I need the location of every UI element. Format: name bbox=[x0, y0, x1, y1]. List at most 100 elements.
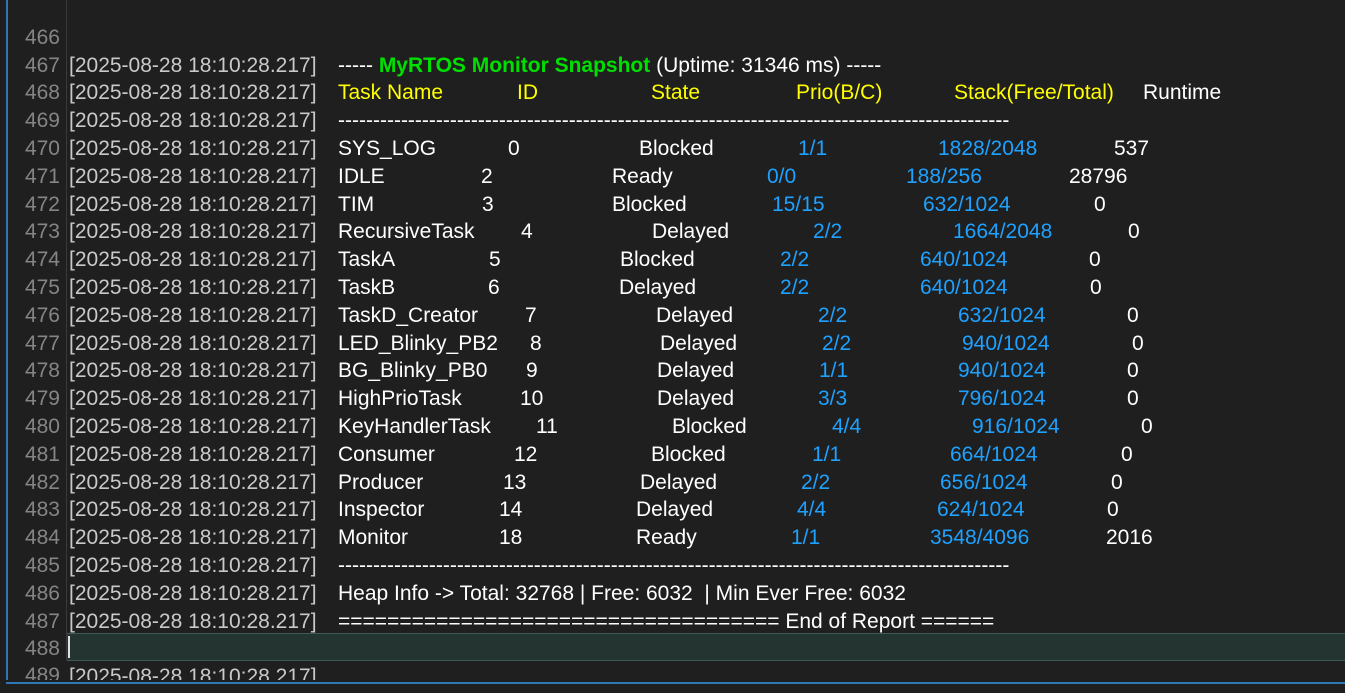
task-state: Ready bbox=[612, 164, 673, 188]
task-prio: 4/4 bbox=[832, 415, 862, 438]
task-state: Blocked bbox=[639, 137, 714, 160]
end-of-report: ==================================== End… bbox=[338, 609, 995, 633]
task-id: 3 bbox=[482, 192, 494, 216]
task-state: Blocked bbox=[620, 248, 695, 272]
table-row: 481 [2025-08-28 18:10:28.217] KeyHandler… bbox=[0, 413, 1345, 494]
task-name: KeyHandlerTask bbox=[338, 415, 491, 438]
task-state: Delayed bbox=[652, 220, 730, 244]
table-row: 482 [2025-08-28 18:10:28.217] Consumer 1… bbox=[0, 441, 1345, 522]
log-line-466: 466 [2025-08-28 18:10:28.217] bbox=[0, 0, 1345, 77]
task-name: LED_Blinky_PB2 bbox=[338, 331, 498, 355]
task-stack: 1664/2048 bbox=[953, 220, 1053, 244]
separator-line: ----------------------------------------… bbox=[338, 109, 1010, 133]
header-prio: Prio(B/C) bbox=[796, 81, 883, 105]
task-name: BG_Blinky_PB0 bbox=[338, 359, 488, 383]
log-line-488: 488 [2025-08-28 18:10:28.217] ==========… bbox=[0, 608, 1345, 689]
task-state: Delayed bbox=[656, 303, 734, 327]
header-task-name: Task Name bbox=[338, 81, 444, 105]
task-name: SYS_LOG bbox=[338, 137, 437, 160]
task-prio: 1/1 bbox=[812, 442, 842, 466]
task-prio: 1/1 bbox=[791, 526, 821, 550]
task-name: TaskB bbox=[338, 276, 396, 299]
task-stack: 640/1024 bbox=[920, 276, 1008, 299]
task-stack: 940/1024 bbox=[958, 359, 1046, 383]
task-stack: 3548/4096 bbox=[930, 526, 1030, 550]
task-name: TIM bbox=[338, 192, 375, 216]
task-name: TaskD_Creator bbox=[338, 303, 479, 327]
task-prio: 4/4 bbox=[797, 498, 827, 522]
table-row: 477 [2025-08-28 18:10:28.217] TaskD_Crea… bbox=[0, 302, 1345, 383]
task-runtime: 0 bbox=[1127, 303, 1139, 327]
task-prio: 2/2 bbox=[813, 220, 843, 244]
log-line-470: 470 [2025-08-28 18:10:28.217] ----------… bbox=[0, 107, 1345, 188]
task-id: 11 bbox=[536, 415, 558, 438]
log-line-467: 467 [2025-08-28 18:10:28.217] bbox=[0, 24, 1345, 105]
task-state: Ready bbox=[636, 526, 697, 550]
task-prio: 1/1 bbox=[819, 359, 849, 383]
task-prio: 0/0 bbox=[767, 164, 797, 188]
task-prio: 2/2 bbox=[801, 470, 831, 494]
task-state: Blocked bbox=[651, 442, 726, 466]
task-state: Delayed bbox=[636, 498, 714, 522]
task-state: Delayed bbox=[640, 470, 718, 494]
task-name: IDLE bbox=[338, 164, 385, 188]
task-state: Blocked bbox=[672, 415, 747, 438]
task-name: Inspector bbox=[338, 498, 425, 522]
task-runtime: 2016 bbox=[1106, 526, 1153, 550]
title-prefix: ----- bbox=[338, 53, 379, 77]
task-runtime: 0 bbox=[1107, 498, 1119, 522]
task-prio: 3/3 bbox=[818, 387, 848, 411]
task-name: RecursiveTask bbox=[338, 220, 475, 244]
log-line-469: 469 [2025-08-28 18:10:28.217] Task Name … bbox=[0, 79, 1345, 160]
task-runtime: 537 bbox=[1114, 137, 1150, 160]
task-runtime: 0 bbox=[1121, 442, 1133, 466]
table-row: 483 [2025-08-28 18:10:28.217] Producer 1… bbox=[0, 469, 1345, 550]
task-runtime: 0 bbox=[1111, 470, 1123, 494]
table-row: 484 [2025-08-28 18:10:28.217] Inspector … bbox=[0, 496, 1345, 577]
task-prio: 2/2 bbox=[818, 303, 848, 327]
log-line-468: 468 [2025-08-28 18:10:28.217] ----- MyRT… bbox=[0, 52, 1345, 133]
task-name: HighPrioTask bbox=[338, 387, 462, 411]
task-name: Consumer bbox=[338, 442, 435, 466]
task-id: 6 bbox=[488, 276, 500, 299]
monitor-snapshot-title: MyRTOS Monitor Snapshot bbox=[378, 53, 651, 77]
task-runtime: 0 bbox=[1128, 220, 1140, 244]
table-row: 478 [2025-08-28 18:10:28.217] LED_Blinky… bbox=[0, 330, 1345, 411]
table-row: 473 [2025-08-28 18:10:28.217] TIM 3 Bloc… bbox=[0, 191, 1345, 272]
heap-info: Heap Info -> Total: 32768 | Free: 6032 |… bbox=[338, 581, 906, 605]
uptime-text: (Uptime: 31346 ms) ----- bbox=[650, 53, 882, 77]
log-line-489: 489 bbox=[0, 634, 1345, 687]
task-stack: 624/1024 bbox=[937, 498, 1025, 522]
task-stack: 656/1024 bbox=[940, 470, 1028, 494]
table-row: 471 [2025-08-28 18:10:28.217] SYS_LOG 0 … bbox=[0, 135, 1345, 216]
task-state: Delayed bbox=[619, 276, 697, 299]
task-id: 5 bbox=[489, 248, 501, 272]
task-runtime: 0 bbox=[1090, 276, 1102, 299]
task-name: Monitor bbox=[338, 526, 409, 550]
task-prio: 2/2 bbox=[822, 331, 852, 355]
task-stack: 632/1024 bbox=[958, 303, 1046, 327]
task-stack: 1828/2048 bbox=[938, 137, 1038, 160]
table-row: 472 [2025-08-28 18:10:28.217] IDLE 2 Rea… bbox=[0, 163, 1345, 244]
table-row: 475 [2025-08-28 18:10:28.217] TaskA 5 Bl… bbox=[0, 246, 1345, 327]
task-stack: 940/1024 bbox=[962, 331, 1050, 355]
task-prio: 2/2 bbox=[780, 276, 810, 299]
task-state: Blocked bbox=[612, 192, 687, 216]
task-stack: 796/1024 bbox=[958, 387, 1046, 411]
task-state: Delayed bbox=[657, 387, 735, 411]
task-runtime: 0 bbox=[1141, 415, 1153, 438]
task-id: 9 bbox=[526, 359, 538, 383]
task-id: 18 bbox=[499, 526, 523, 550]
log-line-487: 487 [2025-08-28 18:10:28.217] Heap Info … bbox=[0, 580, 1345, 661]
separator-line: ----------------------------------------… bbox=[338, 554, 1010, 577]
task-id: 8 bbox=[530, 331, 542, 355]
task-stack: 632/1024 bbox=[923, 192, 1011, 216]
task-stack: 640/1024 bbox=[920, 248, 1008, 272]
task-id: 0 bbox=[508, 137, 520, 160]
header-runtime: Runtime bbox=[1143, 81, 1222, 105]
serial-monitor-terminal[interactable]: 466 [2025-08-28 18:10:28.217] 467 [2025-… bbox=[0, 0, 1345, 693]
task-prio: 2/2 bbox=[780, 248, 810, 272]
task-id: 13 bbox=[503, 470, 527, 494]
task-id: 14 bbox=[499, 498, 523, 522]
task-stack: 664/1024 bbox=[950, 442, 1038, 466]
